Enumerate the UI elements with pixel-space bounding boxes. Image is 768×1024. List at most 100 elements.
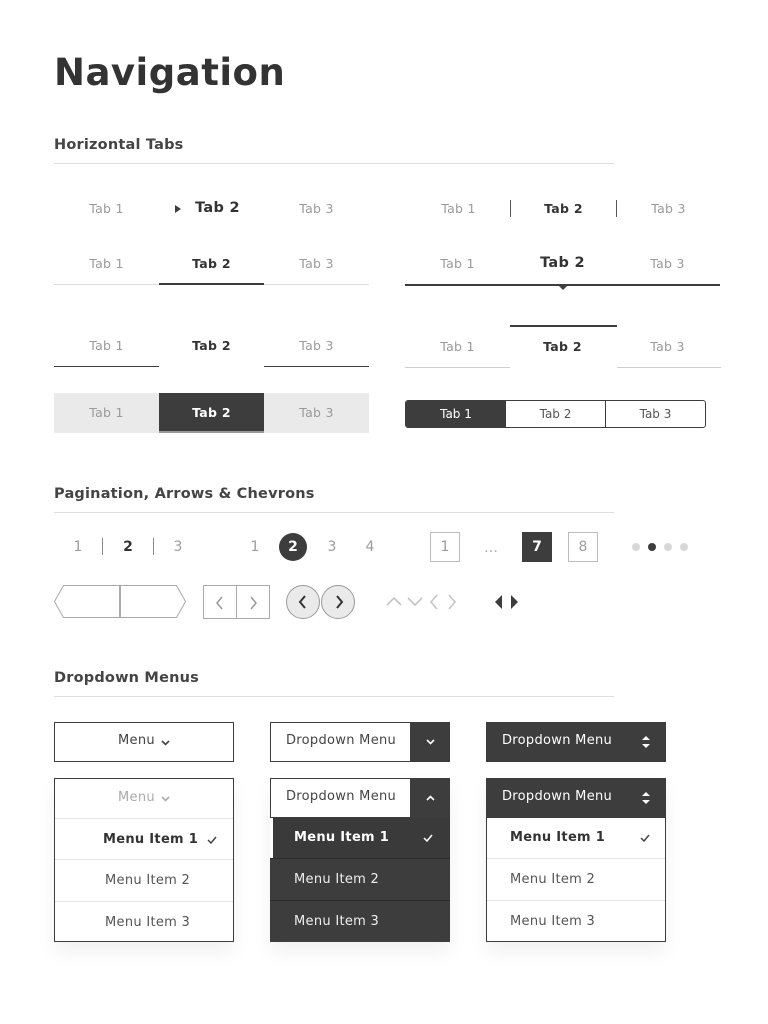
tab-2[interactable]: Tab 2 — [510, 338, 615, 356]
tab-3[interactable]: Tab 3 — [615, 255, 720, 273]
dropdown-header[interactable]: Dropdown Menu — [270, 778, 450, 818]
dropdown-label: Menu — [118, 790, 155, 805]
tab-3[interactable]: Tab 3 — [606, 401, 705, 427]
chevron-left-icon[interactable] — [215, 596, 225, 610]
page-dot-current[interactable] — [648, 543, 656, 551]
dropdown-toggle[interactable] — [410, 722, 450, 762]
chevron-down-icon — [161, 796, 170, 802]
tab-2[interactable]: Tab 2 — [165, 199, 270, 217]
section-heading-tabs: Horizontal Tabs — [54, 137, 184, 153]
tab-3[interactable]: Tab 3 — [264, 200, 369, 218]
tab-2[interactable]: Tab 2 — [159, 337, 264, 355]
page-link[interactable]: 3 — [168, 537, 188, 557]
page-dot[interactable] — [664, 543, 672, 551]
selected-indicator — [270, 818, 273, 858]
menu-item-selected[interactable]: Menu Item 1 — [55, 819, 233, 861]
tab-3[interactable]: Tab 3 — [264, 255, 369, 273]
chevron-left-icon — [298, 595, 306, 609]
tab-underline — [405, 367, 510, 368]
tab-active-indicator — [510, 325, 617, 327]
page-title: Navigation — [54, 51, 286, 94]
tab-2[interactable]: Tab 2 — [511, 200, 616, 218]
menu-dropdown-closed[interactable]: Menu — [54, 722, 234, 762]
page-link[interactable]: 4 — [360, 537, 380, 557]
tab-2[interactable]: Tab 2 — [159, 255, 264, 273]
tabset-segmented: Tab 1 Tab 2 Tab 3 — [405, 400, 706, 428]
page-dot[interactable] — [632, 543, 640, 551]
dropdown-panel: Menu Item 1 Menu Item 2 Menu Item 3 — [486, 818, 666, 942]
caret-left-icon[interactable] — [495, 595, 503, 609]
menu-item[interactable]: Menu Item 2 — [270, 859, 450, 901]
menu-item[interactable]: Menu Item 3 — [55, 902, 233, 944]
page-link-current[interactable]: 2 — [279, 533, 307, 561]
tab-underline — [54, 366, 159, 367]
chevron-right-icon[interactable] — [248, 596, 258, 610]
menu-dropdown-open: Menu Menu Item 1 Menu Item 2 Menu Item 3 — [54, 778, 234, 942]
menu-item[interactable]: Menu Item 2 — [487, 859, 665, 901]
tab-underline — [264, 366, 369, 367]
tab-1[interactable]: Tab 1 — [406, 401, 506, 427]
section-divider — [54, 696, 614, 697]
dropdown-label: Menu — [118, 733, 155, 748]
dropdown-panel: Menu Item 1 Menu Item 2 Menu Item 3 — [270, 818, 450, 942]
next-circle-button[interactable] — [321, 585, 355, 619]
page-link-current[interactable]: 7 — [522, 532, 552, 562]
dropdown-header[interactable]: Dropdown Menu — [486, 778, 666, 818]
dropdown-label: Dropdown Menu — [502, 789, 613, 804]
dropdown-header[interactable]: Menu — [55, 779, 233, 819]
prev-arrow-button[interactable] — [53, 585, 120, 618]
tab-1[interactable]: Tab 1 — [405, 255, 510, 273]
page-link[interactable]: 1 — [245, 537, 265, 557]
dropdown-menu-closed[interactable]: Dropdown Menu — [270, 722, 450, 762]
check-icon — [423, 834, 433, 842]
tab-1[interactable]: Tab 1 — [406, 200, 511, 218]
next-arrow-button[interactable] — [120, 585, 187, 618]
caret-right-icon[interactable] — [511, 595, 519, 609]
tab-3[interactable]: Tab 3 — [264, 337, 369, 355]
menu-item-selected[interactable]: Menu Item 1 — [270, 818, 450, 858]
tab-3[interactable]: Tab 3 — [615, 338, 720, 356]
tab-2[interactable]: Tab 2 — [159, 393, 264, 433]
tab-1[interactable]: Tab 1 — [54, 255, 159, 273]
dropdown-select-closed[interactable]: Dropdown Menu — [486, 722, 666, 762]
menu-item[interactable]: Menu Item 2 — [55, 860, 233, 902]
section-divider — [54, 163, 614, 164]
page-link[interactable]: 1 — [68, 537, 88, 557]
menu-item[interactable]: Menu Item 3 — [487, 901, 665, 943]
page-link-current[interactable]: 2 — [118, 537, 138, 557]
dropdown-toggle[interactable] — [410, 778, 450, 818]
divider — [236, 586, 237, 618]
arrow-pager — [53, 585, 187, 618]
dropdown-select-open: Dropdown Menu Menu Item 1 Menu Item 2 Me… — [486, 778, 666, 942]
tab-underline — [617, 367, 721, 368]
chevron-right-icon[interactable] — [447, 594, 457, 610]
chevron-up-icon[interactable] — [386, 595, 402, 607]
tab-3[interactable]: Tab 3 — [264, 393, 369, 433]
menu-item-label: Menu Item 3 — [510, 914, 596, 929]
menu-item-label: Menu Item 3 — [294, 914, 380, 929]
tab-2[interactable]: Tab 2 — [506, 401, 606, 427]
caret-down-icon — [558, 285, 568, 290]
page-link[interactable]: 3 — [322, 537, 342, 557]
menu-item[interactable]: Menu Item 3 — [270, 901, 450, 943]
tab-1[interactable]: Tab 1 — [405, 338, 510, 356]
page-link[interactable]: 1 — [430, 532, 460, 562]
page-dot[interactable] — [680, 543, 688, 551]
chevron-left-icon[interactable] — [429, 594, 439, 610]
tab-1[interactable]: Tab 1 — [54, 393, 159, 433]
tab-2[interactable]: Tab 2 — [510, 254, 615, 272]
page-link[interactable]: 8 — [568, 532, 598, 562]
chevron-down-icon[interactable] — [407, 595, 423, 607]
tab-3[interactable]: Tab 3 — [616, 200, 721, 218]
chevron-pager-box — [203, 585, 270, 619]
menu-item-selected[interactable]: Menu Item 1 — [487, 818, 665, 858]
page-separator — [153, 538, 154, 555]
tab-1[interactable]: Tab 1 — [54, 337, 159, 355]
chevron-down-icon — [426, 739, 435, 745]
menu-item-label: Menu Item 3 — [105, 915, 191, 930]
prev-circle-button[interactable] — [286, 585, 320, 619]
page-ellipsis: … — [484, 540, 498, 556]
dropdown-label: Dropdown Menu — [286, 789, 397, 804]
tab-1[interactable]: Tab 1 — [54, 200, 159, 218]
chevron-up-icon — [426, 795, 435, 801]
